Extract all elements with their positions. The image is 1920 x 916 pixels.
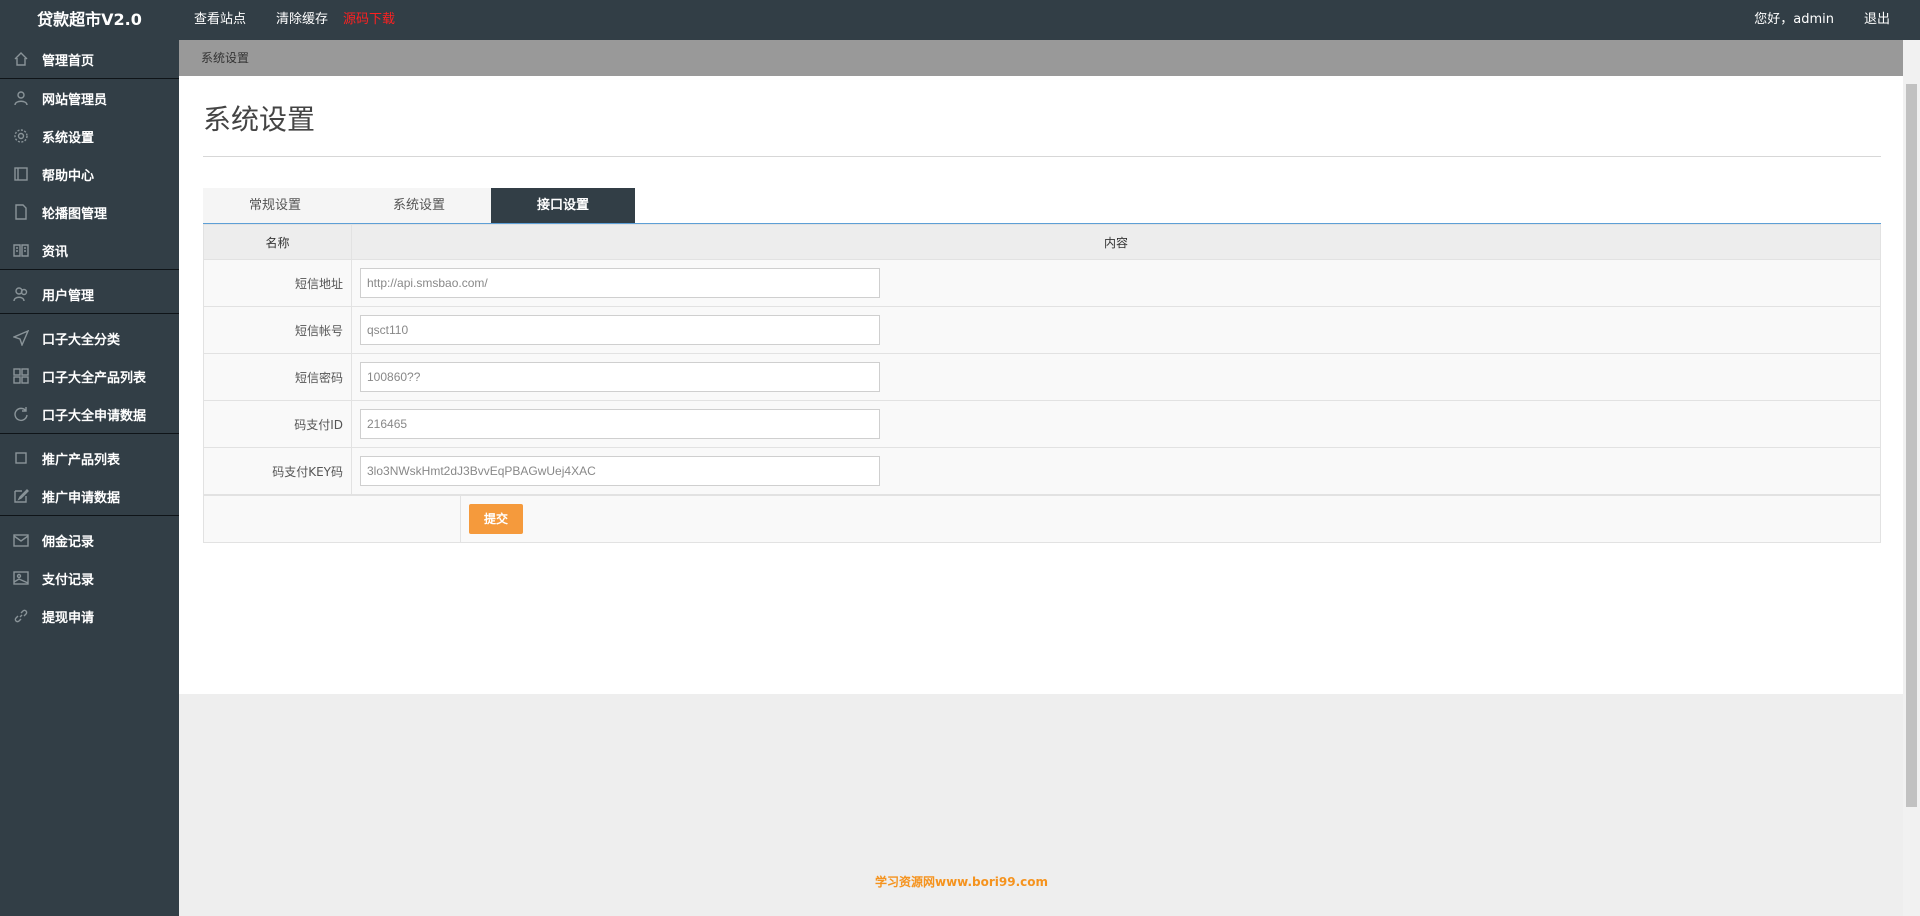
breadcrumb-current: 系统设置 — [201, 51, 250, 65]
sms-url-input[interactable]: http://api.smsbao.com/ — [360, 268, 880, 298]
square-icon — [12, 449, 30, 467]
sidebar-item-carousel[interactable]: 轮播图管理 — [0, 193, 179, 231]
sidebar-item-product-list[interactable]: 口子大全产品列表 — [0, 357, 179, 395]
submit-row: 提交 — [203, 495, 1881, 543]
grid-icon — [12, 367, 30, 385]
sidebar-item-label: 口子大全申请数据 — [42, 408, 147, 424]
sidebar-item-label: 资讯 — [42, 244, 69, 260]
table-row: 码支付KEY码 3lo3NWskHmt2dJ3BvvEqPBAGwUej4XAC — [203, 447, 1881, 495]
pay-key-input[interactable]: 3lo3NWskHmt2dJ3BvvEqPBAGwUej4XAC — [360, 456, 880, 486]
field-label: 短信帐号 — [203, 306, 352, 354]
sidebar-item-label: 帮助中心 — [42, 168, 95, 184]
top-nav: 查看站点 清除缓存 源码下载 — [179, 0, 410, 40]
table-row: 短信密码 100860?? — [203, 353, 1881, 401]
brand-title: 贷款超市V2.0 — [37, 10, 142, 29]
sms-password-input[interactable]: 100860?? — [360, 362, 880, 392]
settings-tabs: 常规设置 系统设置 接口设置 — [203, 188, 635, 223]
main-panel: 系统设置 常规设置 系统设置 接口设置 名称 内容 短信地址 http://ap… — [179, 76, 1903, 694]
sidebar-item-category[interactable]: 口子大全分类 — [0, 319, 179, 357]
top-bar: 贷款超市V2.0 查看站点 清除缓存 源码下载 您好，admin 退出 — [0, 0, 1920, 40]
sidebar-item-label: 用户管理 — [42, 288, 95, 304]
sidebar-item-label: 推广申请数据 — [42, 490, 121, 506]
table-header-row: 名称 内容 — [203, 224, 1881, 260]
watermark-text: 学习资源网www.bori99.com — [875, 875, 1049, 889]
sidebar-item-label: 网站管理员 — [42, 92, 108, 108]
page-title: 系统设置 — [203, 103, 316, 136]
sidebar-item-home[interactable]: 管理首页 — [0, 40, 179, 78]
sidebar-item-label: 提现申请 — [42, 610, 95, 626]
image-icon — [12, 569, 30, 587]
sidebar-item-label: 系统设置 — [42, 130, 95, 146]
refresh-icon — [12, 405, 30, 423]
sidebar-item-help[interactable]: 帮助中心 — [0, 155, 179, 193]
edit-icon — [12, 487, 30, 505]
column-header-name: 名称 — [203, 224, 352, 260]
home-icon — [12, 50, 30, 68]
pay-id-input[interactable]: 216465 — [360, 409, 880, 439]
file-icon — [12, 203, 30, 221]
sidebar-item-users[interactable]: 用户管理 — [0, 275, 179, 313]
logout-link[interactable]: 退出 — [1864, 0, 1890, 40]
settings-table: 名称 内容 短信地址 http://api.smsbao.com/ 短信帐号 q… — [203, 224, 1881, 495]
sidebar-item-withdrawals[interactable]: 提现申请 — [0, 597, 179, 635]
sidebar-item-admins[interactable]: 网站管理员 — [0, 79, 179, 117]
tab-system-settings[interactable]: 系统设置 — [347, 188, 491, 223]
clear-cache-link[interactable]: 清除缓存 — [261, 0, 343, 40]
send-icon — [12, 329, 30, 347]
submit-button[interactable]: 提交 — [469, 504, 523, 534]
sidebar-item-commission[interactable]: 佣金记录 — [0, 521, 179, 559]
sidebar-item-label: 管理首页 — [42, 53, 95, 69]
book-icon — [12, 165, 30, 183]
sidebar-item-promo-applications[interactable]: 推广申请数据 — [0, 477, 179, 515]
users-icon — [12, 285, 30, 303]
title-divider — [203, 156, 1881, 157]
field-label: 短信地址 — [203, 259, 352, 307]
field-label: 码支付KEY码 — [203, 447, 352, 495]
user-icon — [12, 89, 30, 107]
table-row: 短信帐号 qsct110 — [203, 306, 1881, 354]
breadcrumb: 系统设置 — [179, 40, 1903, 76]
sidebar-item-application-data[interactable]: 口子大全申请数据 — [0, 395, 179, 433]
field-label: 码支付ID — [203, 400, 352, 448]
sidebar-item-label: 口子大全产品列表 — [42, 370, 147, 386]
sidebar-item-label: 佣金记录 — [42, 534, 95, 550]
inbox-icon — [12, 531, 30, 549]
top-right: 您好，admin 退出 — [1724, 0, 1890, 40]
gear-icon — [12, 127, 30, 145]
table-row: 短信地址 http://api.smsbao.com/ — [203, 259, 1881, 307]
sidebar: 管理首页 网站管理员 系统设置 帮助中心 轮播图管理 资讯 用户管理 口子大全分… — [0, 40, 179, 916]
sidebar-item-promo-products[interactable]: 推广产品列表 — [0, 439, 179, 477]
field-label: 短信密码 — [203, 353, 352, 401]
view-site-link[interactable]: 查看站点 — [179, 0, 261, 40]
sidebar-item-label: 轮播图管理 — [42, 206, 108, 222]
download-source-link[interactable]: 源码下载 — [343, 0, 410, 40]
sidebar-item-payments[interactable]: 支付记录 — [0, 559, 179, 597]
sidebar-item-label: 支付记录 — [42, 572, 95, 588]
column-header-content: 内容 — [351, 224, 1881, 260]
sidebar-item-news[interactable]: 资讯 — [0, 231, 179, 269]
user-greeting: 您好，admin — [1754, 12, 1834, 27]
link-icon — [12, 607, 30, 625]
sidebar-item-label: 推广产品列表 — [42, 452, 121, 468]
sidebar-item-system-settings[interactable]: 系统设置 — [0, 117, 179, 155]
table-row: 码支付ID 216465 — [203, 400, 1881, 448]
sms-account-input[interactable]: qsct110 — [360, 315, 880, 345]
news-icon — [12, 241, 30, 259]
scrollbar-thumb[interactable] — [1906, 84, 1917, 807]
tab-api-settings[interactable]: 接口设置 — [491, 188, 635, 223]
sidebar-item-label: 口子大全分类 — [42, 332, 121, 348]
tab-general-settings[interactable]: 常规设置 — [203, 188, 347, 223]
page-scrollbar[interactable] — [1903, 40, 1920, 916]
